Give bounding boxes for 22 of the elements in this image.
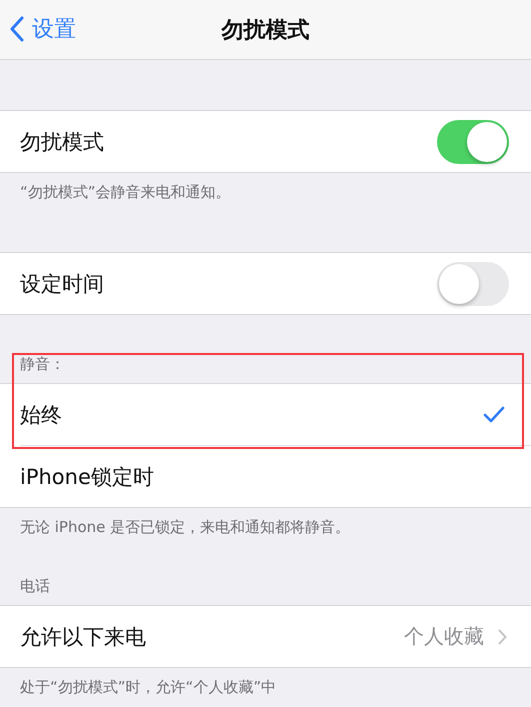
- row-label: 设定时间: [20, 270, 105, 298]
- row-label: 始终: [20, 402, 63, 428]
- toggle-switch[interactable]: [437, 120, 509, 164]
- row-label: iPhone锁定时: [20, 464, 155, 490]
- toggle-switch[interactable]: [437, 262, 509, 306]
- chevron-left-icon: [10, 16, 24, 42]
- section-footer: 处于“勿扰模式”时，允许“个人收藏”中: [0, 668, 531, 697]
- settings-row[interactable]: iPhone锁定时: [20, 445, 531, 507]
- settings-row[interactable]: 始终: [0, 384, 531, 445]
- section-header: 电话: [19, 577, 51, 597]
- section-footer: “勿扰模式”会静音来电和通知。: [0, 173, 531, 202]
- row-label: 允许以下来电: [20, 624, 147, 650]
- settings-row[interactable]: 允许以下来电 个人收藏: [0, 606, 531, 667]
- chevron-right-icon: [498, 628, 507, 644]
- page-title: 勿扰模式: [222, 16, 310, 44]
- back-button[interactable]: 设置: [10, 14, 76, 44]
- section-header: 静音：: [19, 355, 66, 375]
- section-footer: 无论 iPhone 是否已锁定，来电和通知都将静音。: [0, 508, 531, 537]
- row-label: 勿扰模式: [20, 128, 105, 156]
- row-value: 个人收藏: [404, 623, 484, 650]
- settings-row[interactable]: 设定时间: [0, 253, 531, 314]
- settings-row[interactable]: 勿扰模式: [0, 111, 531, 172]
